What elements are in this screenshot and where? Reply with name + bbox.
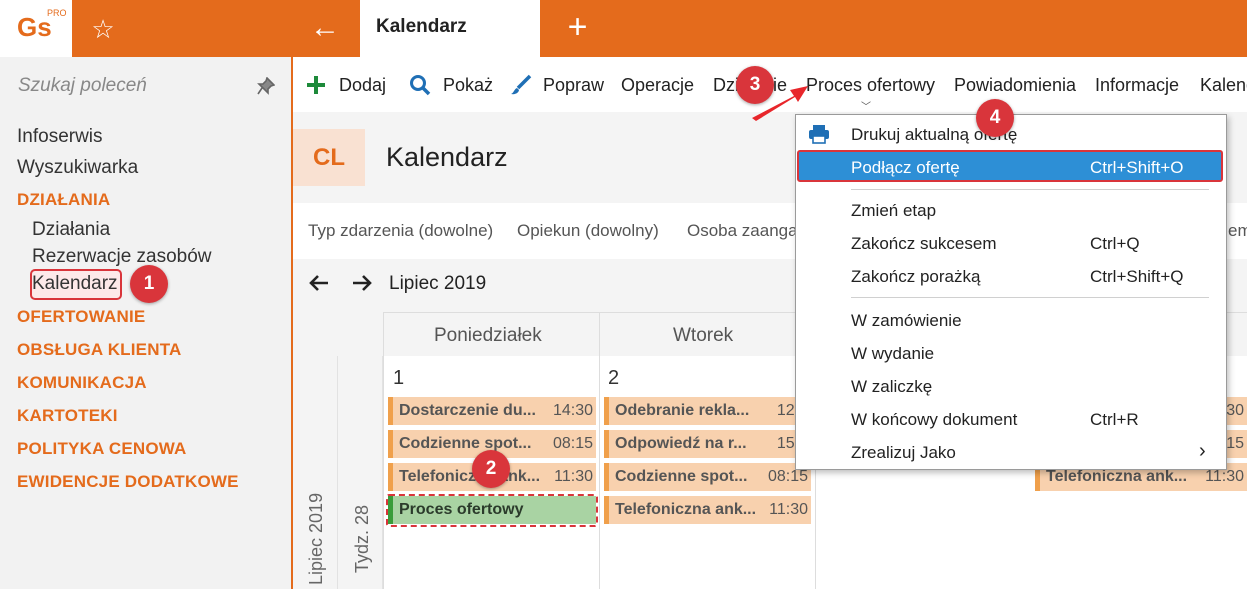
chevron-down-icon: ﹀ [861, 102, 871, 113]
filter-person[interactable]: Osoba zaanga [687, 221, 798, 241]
menu-shortcut-connect: Ctrl+Shift+O [1090, 158, 1184, 177]
top-bar [0, 0, 1247, 57]
day-number-1: 1 [393, 367, 405, 389]
month-label: Lipiec 2019 [389, 273, 487, 294]
calendar-event[interactable]: Odebranie rekla... 12:0 [604, 397, 811, 425]
sidebar-section-obsluga-klienta[interactable]: OBSŁUGA KLIENTA [17, 340, 182, 360]
event-title: Odebranie rekla... [615, 402, 750, 419]
grid-line [383, 312, 384, 589]
menu-item-finish-success[interactable]: Zakończ sukcesem [851, 234, 997, 254]
grid-line [599, 312, 600, 589]
day-number-2: 2 [608, 367, 620, 389]
pin-icon[interactable] [257, 76, 276, 100]
menu-shortcut-finish-fail: Ctrl+Shift+Q [1090, 267, 1184, 286]
sidebar-section-dzialania[interactable]: DZIAŁANIA [17, 190, 110, 210]
add-tab-icon[interactable]: + [560, 10, 595, 45]
page-title: Kalendarz [386, 142, 508, 172]
page-badge: CL [293, 129, 365, 186]
event-title: Codzienne spot... [399, 435, 532, 452]
star-icon[interactable]: ☆ [88, 14, 118, 44]
tab-label: Kalendarz [376, 16, 467, 37]
operations-menu[interactable]: Operacje [621, 75, 694, 96]
event-time: 30 [1226, 402, 1244, 419]
search-icon [409, 74, 431, 101]
filter-owner[interactable]: Opiekun (dowolny) [517, 221, 659, 241]
menu-separator [851, 297, 1209, 298]
annotation-badge-4: 4 [976, 99, 1014, 137]
menu-shortcut-finish-success: Ctrl+Q [1090, 234, 1140, 253]
command-search-input[interactable]: Szukaj poleceń [18, 75, 147, 97]
sidebar-item-dzialania[interactable]: Działania [32, 219, 110, 241]
annotation-badge-2: 2 [472, 450, 510, 488]
day-header-monday: Poniedziałek [434, 325, 542, 346]
side-month-label: Lipiec 2019 [306, 492, 326, 585]
annotation-badge-1: 1 [130, 265, 168, 303]
show-button[interactable]: Pokaż [443, 75, 493, 96]
offer-process-menu[interactable]: Proces ofertowy [806, 75, 935, 96]
menu-item-to-order[interactable]: W zamówienie [851, 311, 962, 331]
calendar-event[interactable]: Codzienne spot... 08:15 [604, 463, 811, 491]
event-time: 11:30 [769, 501, 808, 518]
filter-event-type[interactable]: Typ zdarzenia (dowolne) [308, 221, 493, 241]
edit-button[interactable]: Popraw [543, 75, 604, 96]
notifications-menu[interactable]: Powiadomienia [954, 75, 1076, 96]
event-time: 11:30 [554, 468, 593, 485]
event-time: 15 [1226, 435, 1244, 452]
sidebar-item-kalendarz[interactable]: Kalendarz [32, 273, 118, 295]
side-week-label: Tydz. 28 [352, 504, 372, 573]
information-menu[interactable]: Informacje [1095, 75, 1179, 96]
sidebar-section-ofertowanie[interactable]: OFERTOWANIE [17, 307, 145, 327]
event-highlight-outline [386, 494, 598, 527]
event-time: 14:30 [552, 402, 593, 419]
sidebar-item-infoserwis[interactable]: Infoserwis [17, 126, 103, 148]
menu-item-realize-as[interactable]: Zrealizuj Jako [851, 443, 956, 463]
sidebar-section-polityka-cenowa[interactable]: POLITYKA CENOWA [17, 439, 187, 459]
sidebar-section-ewidencje[interactable]: EWIDENCJE DODATKOWE [17, 472, 239, 492]
sidebar-item-wyszukiwarka[interactable]: Wyszukiwarka [17, 157, 138, 179]
menu-item-to-issue[interactable]: W wydanie [851, 344, 934, 364]
add-button[interactable]: Dodaj [339, 75, 386, 96]
next-month-icon[interactable] [350, 271, 374, 302]
menu-item-to-advance[interactable]: W zaliczkę [851, 377, 932, 397]
submenu-arrow-icon: › [1199, 440, 1206, 462]
menu-shortcut-to-final: Ctrl+R [1090, 410, 1139, 429]
menu-separator [851, 189, 1209, 190]
logo-badge: PRO [47, 8, 67, 18]
prev-month-icon[interactable] [307, 271, 331, 302]
day-header-tuesday: Wtorek [673, 325, 734, 346]
calendar-event[interactable]: Telefoniczna ank... 11:30 [604, 496, 811, 524]
event-title: Telefoniczna ank... [399, 468, 541, 485]
menu-item-to-final-document[interactable]: W końcowy dokument [851, 410, 1017, 430]
event-title: Telefoniczna ank... [615, 501, 757, 518]
brush-icon [509, 74, 533, 101]
plus-icon [305, 74, 327, 101]
back-arrow-icon[interactable]: ← [305, 13, 345, 43]
sidebar-section-komunikacja[interactable]: KOMUNIKACJA [17, 373, 147, 393]
calendar-event[interactable]: Odpowiedź na r... 15:1 [604, 430, 811, 458]
annotation-badge-3: 3 [736, 66, 774, 104]
calendar-event[interactable]: Dostarczenie du... 14:30 [388, 397, 596, 425]
menu-item-change-stage[interactable]: Zmień etap [851, 201, 936, 221]
event-title: Odpowiedź na r... [615, 435, 747, 452]
event-time: 08:15 [552, 435, 593, 452]
printer-icon [808, 124, 830, 144]
menu-item-finish-fail[interactable]: Zakończ porażką [851, 267, 980, 287]
filter-tail: em [1228, 221, 1247, 240]
event-title: Codzienne spot... [615, 468, 748, 485]
event-title: Telefoniczna ank... [1046, 468, 1188, 485]
sidebar-item-rezerwacje[interactable]: Rezerwacje zasobów [32, 246, 212, 268]
menu-item-connect-offer[interactable]: Podłącz ofertę [851, 158, 960, 178]
event-title: Dostarczenie du... [399, 402, 536, 419]
calendar-menu[interactable]: Kalend [1200, 75, 1247, 96]
sidebar-section-kartoteki[interactable]: KARTOTEKI [17, 406, 118, 426]
